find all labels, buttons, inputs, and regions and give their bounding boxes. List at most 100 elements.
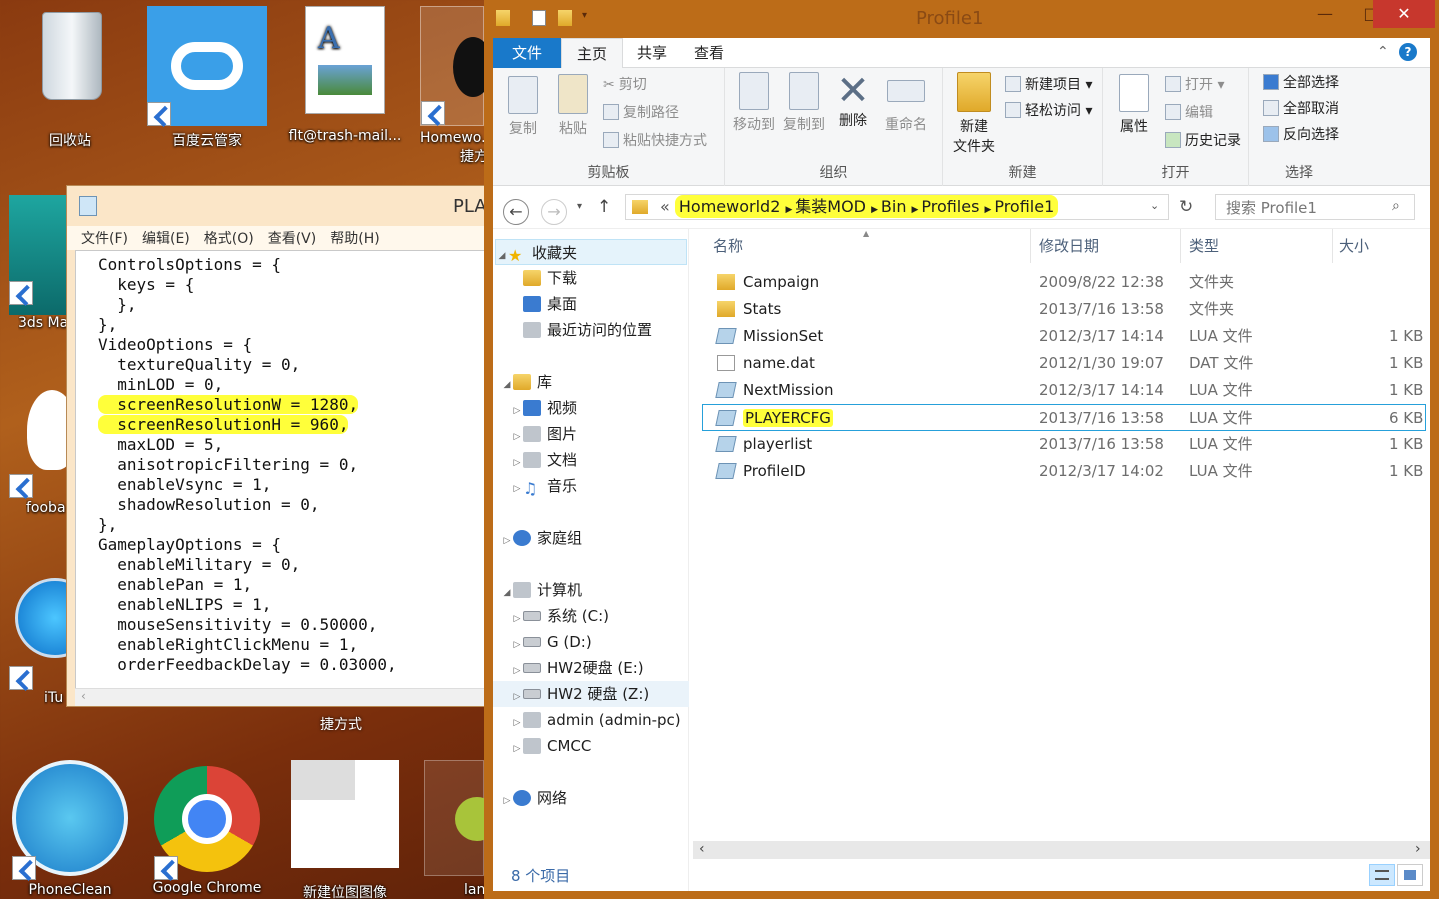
menu-file[interactable]: 文件(F) — [81, 228, 128, 248]
collapsed-chevron-icon[interactable]: ▷ — [511, 476, 523, 502]
breadcrumb-separator-icon[interactable]: ▶ — [985, 205, 995, 215]
foobar-shortcut[interactable]: fooba — [8, 380, 68, 516]
scroll-left-icon[interactable]: ‹ — [699, 841, 705, 857]
collapsed-chevron-icon[interactable]: ▷ — [501, 528, 513, 554]
chevron-down-icon[interactable]: ▾ — [582, 10, 587, 21]
breadcrumb-separator-icon[interactable]: ▶ — [912, 205, 922, 215]
file-row[interactable]: MissionSet 2012/3/17 14:14 LUA 文件 1 KB — [693, 323, 1430, 350]
bitmap-file[interactable]: 新建位图图像 — [283, 760, 407, 899]
baidu-cloud-shortcut[interactable]: 百度云管家 — [145, 6, 269, 150]
file-row[interactable]: name.dat 2012/1/30 19:07 DAT 文件 1 KB — [693, 350, 1430, 377]
easy-access-button[interactable]: 轻松访问 ▾ — [1005, 100, 1092, 120]
new-item-button[interactable]: 新建项目 ▾ — [1005, 74, 1092, 94]
move-to-button[interactable]: 移动到 — [729, 72, 779, 134]
breadcrumb-item[interactable]: Profile1 — [994, 197, 1054, 216]
file-row-selected[interactable]: PLAYERCFG 2013/7/16 13:58 LUA 文件 6 KB — [702, 404, 1426, 431]
nav-item-desktop[interactable]: 桌面 — [493, 291, 689, 317]
rename-button[interactable]: 重命名 — [879, 72, 933, 134]
up-arrow-icon[interactable]: ↑ — [597, 197, 611, 217]
file-row[interactable]: playerlist 2013/7/16 13:58 LUA 文件 1 KB — [693, 431, 1430, 458]
new-folder-quick-icon[interactable] — [558, 10, 572, 26]
nav-item-homegroup[interactable]: ▷ 家庭组 — [493, 525, 689, 551]
copy-button[interactable]: 复制 — [503, 76, 543, 138]
back-button[interactable]: ← — [503, 199, 529, 225]
file-row[interactable]: NextMission 2012/3/17 14:14 LUA 文件 1 KB — [693, 377, 1430, 404]
recycle-bin-icon[interactable]: 回收站 — [8, 6, 132, 150]
notepad-text-area[interactable]: ControlsOptions = { keys = { }, }, Video… — [75, 250, 489, 692]
explorer-titlebar[interactable]: ▾ Profile1 — □ ✕ — [484, 0, 1439, 38]
menu-help[interactable]: 帮助(H) — [330, 228, 379, 248]
notepad-titlebar[interactable]: PLA — [67, 186, 495, 226]
nav-item-libraries[interactable]: ◢ 库 — [493, 369, 689, 395]
tab-share[interactable]: 共享 — [623, 38, 681, 68]
forward-button[interactable]: → — [541, 199, 567, 225]
edit-button[interactable]: 编辑 — [1165, 102, 1213, 122]
file-row[interactable]: ProfileID 2012/3/17 14:02 LUA 文件 1 KB — [693, 458, 1430, 485]
tab-view[interactable]: 查看 — [683, 38, 735, 68]
nav-item-drive-z[interactable]: ▷ HW2 硬盘 (Z:) — [493, 681, 689, 707]
close-button[interactable]: ✕ — [1373, 0, 1435, 28]
menu-edit[interactable]: 编辑(E) — [142, 228, 190, 248]
history-button[interactable]: 历史记录 — [1165, 130, 1241, 150]
nav-item-cmcc[interactable]: ▷ CMCC — [493, 733, 689, 759]
scroll-right-icon[interactable]: › — [1415, 841, 1421, 857]
delete-button[interactable]: ✕ 删除 — [831, 71, 875, 130]
nav-item-documents[interactable]: ▷ 文档 — [493, 447, 689, 473]
paste-shortcut-button[interactable]: 粘贴快捷方式 — [603, 130, 707, 150]
refresh-icon[interactable]: ↻ — [1179, 197, 1193, 217]
search-input[interactable]: 搜索 Profile1 ⌕ — [1215, 194, 1415, 220]
chrome-shortcut[interactable]: Google Chrome — [145, 760, 269, 896]
nav-item-pictures[interactable]: ▷ 图片 — [493, 421, 689, 447]
select-none-button[interactable]: 全部取消 — [1263, 98, 1339, 118]
select-all-button[interactable]: 全部选择 — [1263, 72, 1339, 92]
column-header-size[interactable]: 大小 — [1333, 229, 1430, 263]
nav-item-network[interactable]: ▷ 网络 — [493, 785, 689, 811]
address-dropdown-icon[interactable]: ⌄ — [1150, 199, 1159, 212]
nav-item-drive-c[interactable]: ▷ 系统 (C:) — [493, 603, 689, 629]
copy-to-button[interactable]: 复制到 — [779, 72, 829, 134]
itunes-shortcut[interactable]: iTu — [8, 570, 68, 706]
notepad-horizontal-scrollbar[interactable]: ‹ — [75, 688, 489, 706]
file-row[interactable]: Campaign 2009/8/22 12:38 文件夹 — [693, 269, 1430, 296]
breadcrumb-item[interactable]: Homeworld2 — [679, 197, 780, 216]
document-shortcut[interactable]: A flt@trash-mail... — [283, 6, 407, 144]
breadcrumb-overflow[interactable]: « — [660, 197, 670, 216]
chevron-up-icon[interactable]: ⌃ — [1377, 44, 1389, 60]
nav-item-recent[interactable]: 最近访问的位置 — [493, 317, 689, 343]
lan-shortcut[interactable]: lan — [424, 760, 484, 898]
nav-item-favorites[interactable]: ◢ ★ 收藏夹 — [495, 239, 687, 265]
paste-button[interactable]: 粘贴 — [553, 74, 593, 138]
nav-item-drive-e[interactable]: ▷ HW2硬盘 (E:) — [493, 655, 689, 681]
tab-home[interactable]: 主页 — [561, 38, 623, 69]
column-header-name[interactable]: 名称 — [693, 229, 1031, 263]
properties-quick-icon[interactable] — [532, 10, 546, 26]
nav-item-computer[interactable]: ◢ 计算机 — [493, 577, 689, 603]
file-list-horizontal-scrollbar[interactable]: ‹ › — [693, 841, 1430, 859]
invert-selection-button[interactable]: 反向选择 — [1263, 124, 1339, 144]
collapsed-chevron-icon[interactable]: ▷ — [511, 736, 523, 762]
open-button[interactable]: 打开 ▾ — [1165, 74, 1224, 94]
nav-item-downloads[interactable]: 下载 — [493, 265, 689, 291]
breadcrumb-item[interactable]: 集装MOD — [795, 197, 866, 216]
tab-file[interactable]: 文件 — [493, 38, 561, 68]
recent-locations-chevron-icon[interactable]: ▾ — [577, 201, 582, 212]
minimize-button[interactable]: — — [1302, 0, 1348, 28]
nav-item-music[interactable]: ▷ ♫ 音乐 — [493, 473, 689, 499]
details-view-button[interactable] — [1369, 864, 1395, 886]
address-bar[interactable]: « Homeworld2 ▶ 集装MOD ▶ Bin ▶ Profiles ▶ … — [625, 194, 1169, 220]
large-icons-view-button[interactable] — [1397, 864, 1423, 886]
help-icon[interactable]: ? — [1399, 43, 1417, 61]
nav-item-videos[interactable]: ▷ 视频 — [493, 395, 689, 421]
menu-view[interactable]: 查看(V) — [268, 228, 317, 248]
copy-path-button[interactable]: 复制路径 — [603, 102, 679, 122]
cut-button[interactable]: ✂ 剪切 — [603, 74, 647, 94]
search-icon[interactable]: ⌕ — [1392, 198, 1400, 214]
homeworld-shortcut[interactable]: Homewo... 捷方 — [420, 6, 484, 166]
breadcrumb-item[interactable]: Profiles — [921, 197, 979, 216]
properties-button[interactable]: 属性 — [1111, 74, 1157, 136]
nav-item-drive-d[interactable]: ▷ G (D:) — [493, 629, 689, 655]
breadcrumb-separator-icon[interactable]: ▶ — [871, 205, 881, 215]
nav-item-admin[interactable]: ▷ admin (admin-pc) — [493, 707, 689, 733]
column-header-date[interactable]: 修改日期 — [1031, 229, 1181, 263]
new-folder-button[interactable]: 新建 文件夹 — [951, 72, 997, 156]
